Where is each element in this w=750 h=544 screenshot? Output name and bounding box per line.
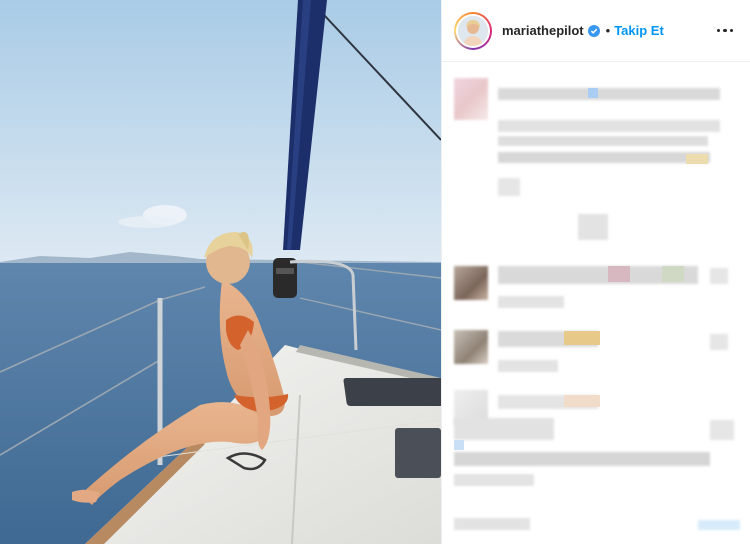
caption-blue-mark	[588, 88, 598, 98]
avatar[interactable]	[456, 13, 490, 48]
comment-emoji	[564, 395, 600, 407]
like-heart-icon[interactable]	[710, 420, 734, 440]
author-username[interactable]: mariathepilot	[502, 23, 584, 38]
comment-line	[454, 418, 554, 440]
like-heart-icon[interactable]	[710, 334, 728, 350]
instagram-post: mariathepilot • Takip Et	[0, 0, 750, 544]
follow-button[interactable]: Takip Et	[614, 23, 664, 38]
comment-avatar	[454, 330, 488, 364]
caption-meta	[498, 178, 520, 196]
comment-line	[454, 452, 710, 466]
comment-blue-mark	[454, 440, 464, 450]
comment-avatar	[454, 266, 488, 300]
post-photo[interactable]	[0, 0, 441, 544]
more-options-icon[interactable]	[714, 20, 736, 42]
verified-badge-icon	[587, 24, 600, 37]
caption-emoji	[686, 154, 708, 164]
post-header: mariathepilot • Takip Et	[442, 0, 750, 62]
comment-meta	[498, 296, 564, 308]
comment-emoji	[564, 331, 600, 345]
avatar-image	[458, 15, 488, 46]
comment-meta	[498, 360, 558, 372]
separator-dot: •	[605, 23, 611, 38]
story-ring[interactable]	[454, 11, 492, 50]
comment-emoji	[608, 266, 630, 282]
caption-line	[498, 120, 720, 132]
sailboat-photo	[0, 0, 441, 544]
caption-line	[498, 136, 708, 146]
caption-line	[498, 152, 710, 163]
load-more-icon[interactable]	[578, 214, 608, 240]
comment-meta	[454, 474, 534, 486]
footer-line	[454, 518, 530, 530]
comment-emoji	[662, 266, 684, 282]
footer-action[interactable]	[698, 520, 740, 530]
caption-line	[498, 88, 720, 100]
post-side-panel: mariathepilot • Takip Et	[441, 0, 750, 544]
like-heart-icon[interactable]	[710, 268, 728, 284]
caption-avatar	[454, 78, 488, 120]
